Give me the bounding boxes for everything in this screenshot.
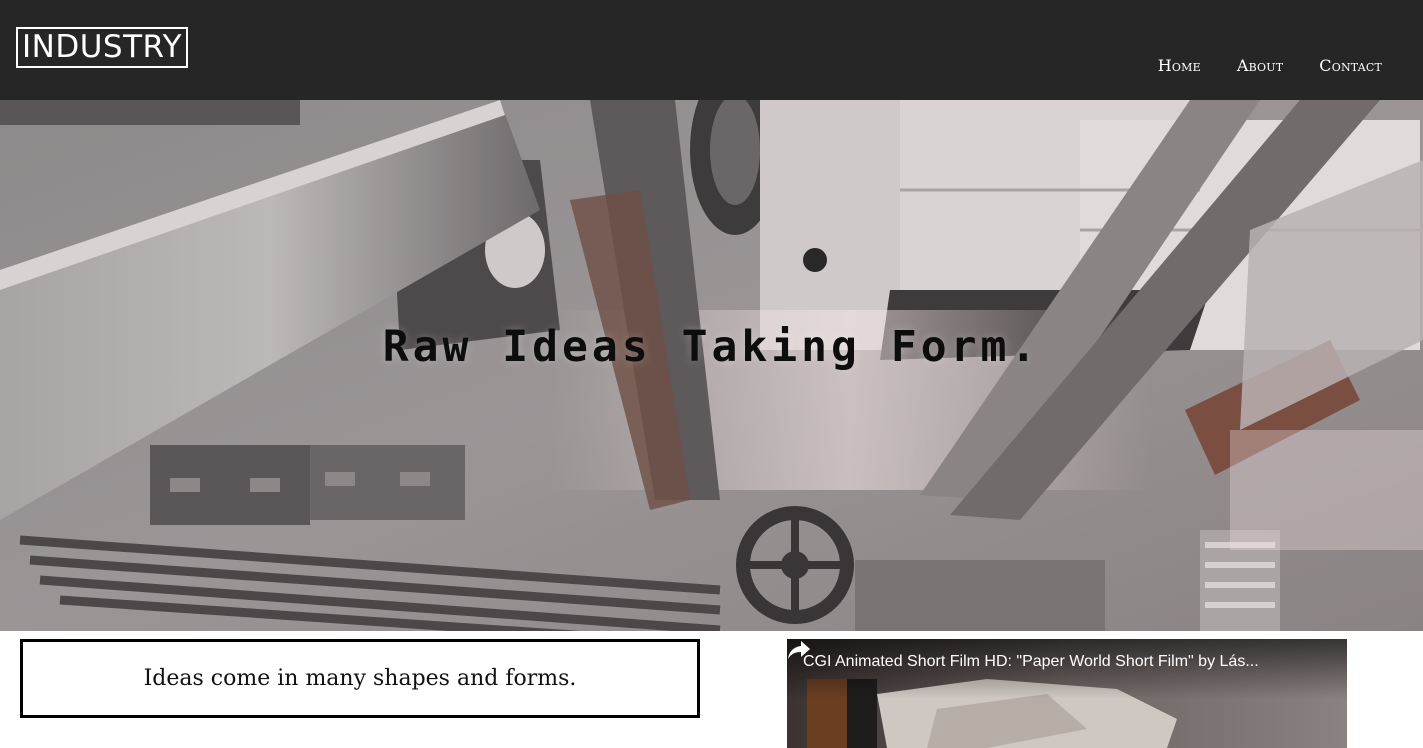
site-logo[interactable]: INDUSTRY	[16, 27, 188, 68]
nav-home-link[interactable]: Home	[1158, 56, 1201, 75]
site-header: INDUSTRY Home About Contact	[0, 0, 1423, 100]
nav-contact-link[interactable]: Contact	[1319, 56, 1382, 75]
ideas-heading-box: Ideas come in many shapes and forms.	[20, 639, 700, 718]
video-embed[interactable]: CGI Animated Short Film HD: "Paper World…	[787, 639, 1347, 748]
ideas-heading: Ideas come in many shapes and forms.	[143, 666, 577, 691]
main-nav: Home About Contact	[1158, 56, 1382, 75]
share-icon[interactable]	[787, 639, 811, 661]
video-title[interactable]: CGI Animated Short Film HD: "Paper World…	[803, 653, 1303, 671]
nav-about-link[interactable]: About	[1237, 56, 1283, 75]
hero-banner: Raw Ideas Taking Form.	[0, 100, 1423, 631]
hero-title: Raw Ideas Taking Form.	[382, 322, 1041, 372]
